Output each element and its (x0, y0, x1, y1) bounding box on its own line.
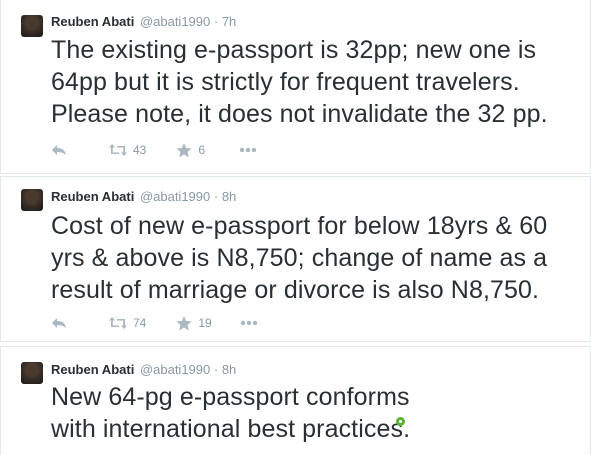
favorite-button[interactable]: 6 (176, 142, 206, 158)
favorite-count: 19 (198, 316, 212, 330)
retweet-icon (109, 144, 127, 156)
tweet-header: Reuben Abati @abati1990 · 8h (51, 362, 236, 378)
retweet-count: 74 (133, 316, 147, 330)
tweet[interactable]: Reuben Abati @abati1990 · 8h New 64-pg e… (0, 346, 591, 455)
favorite-button[interactable]: 19 (176, 315, 212, 331)
tweet[interactable]: Reuben Abati @abati1990 · 8h Cost of new… (0, 176, 591, 342)
tweet-text: Cost of new e-passport for below 18yrs &… (51, 212, 548, 304)
author-handle[interactable]: @abati1990 (140, 14, 210, 29)
author-name[interactable]: Reuben Abati (51, 14, 134, 29)
more-button[interactable] (240, 320, 258, 326)
tweet-actions: 74 19 (51, 313, 258, 333)
more-icon (240, 320, 257, 326)
avatar[interactable] (21, 15, 43, 37)
author-name[interactable]: Reuben Abati (51, 189, 134, 204)
star-icon (176, 315, 192, 330)
status-dot (396, 417, 405, 426)
author-name[interactable]: Reuben Abati (51, 362, 134, 377)
tweet-header: Reuben Abati @abati1990 · 8h (51, 189, 236, 205)
tweet-header: Reuben Abati @abati1990 · 7h (51, 14, 236, 30)
avatar[interactable] (21, 189, 43, 211)
retweet-button[interactable]: 74 (109, 316, 146, 330)
reply-button[interactable] (51, 317, 67, 329)
tweet-text: The existing e-passport is 32pp; new one… (51, 36, 548, 128)
author-handle[interactable]: @abati1990 (140, 362, 210, 377)
tweet[interactable]: Reuben Abati @abati1990 · 7h The existin… (0, 0, 591, 174)
more-button[interactable] (239, 147, 257, 153)
timestamp[interactable]: · 8h (214, 189, 236, 204)
tweet-actions: 43 6 (51, 140, 257, 160)
reply-icon (52, 318, 66, 328)
retweet-count: 43 (133, 143, 147, 157)
reply-button[interactable] (51, 144, 67, 156)
avatar[interactable] (21, 362, 43, 384)
timestamp[interactable]: · 8h (214, 362, 236, 377)
favorite-count: 6 (198, 143, 206, 157)
retweet-icon (109, 317, 127, 329)
tweet-text: New 64-pg e-passport conforms with inter… (51, 383, 411, 443)
retweet-button[interactable]: 43 (109, 143, 146, 157)
more-icon (239, 147, 257, 153)
star-icon (176, 142, 192, 157)
timestamp[interactable]: · 7h (214, 14, 236, 29)
author-handle[interactable]: @abati1990 (140, 189, 210, 204)
reply-icon (52, 145, 66, 155)
